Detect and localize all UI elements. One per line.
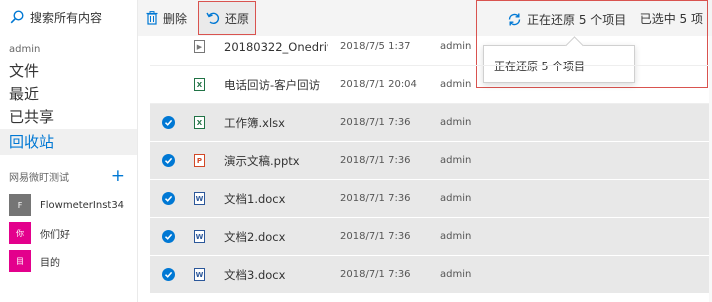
file-row[interactable]: W 文档3.docx 2018/7/1 7:36 admin [150, 256, 710, 294]
search-label: 搜索所有内容 [30, 10, 103, 25]
checkmark-icon[interactable] [162, 230, 175, 243]
search-box[interactable]: 搜索所有内容 [0, 0, 137, 34]
file-row[interactable]: W 文档1.docx 2018/7/1 7:36 admin [150, 180, 710, 218]
word-file-icon: W [194, 192, 205, 205]
checkmark-icon[interactable] [162, 268, 175, 281]
file-name[interactable]: 20180322_Onedrive [224, 40, 328, 54]
file-date: 2018/7/1 7:36 [340, 117, 411, 128]
checkmark-icon[interactable] [162, 154, 175, 167]
file-name[interactable]: 文档2.docx [224, 229, 328, 245]
file-owner: admin [440, 193, 472, 204]
search-icon [10, 10, 24, 24]
file-list: ▶ 20180322_Onedrive 2018/7/5 1:37 admin … [150, 36, 710, 302]
file-row[interactable]: X 电话回访-客户回访 2018/7/1 20:04 admin [150, 66, 710, 104]
file-owner: admin [440, 79, 472, 90]
file-owner: admin [440, 269, 472, 280]
file-row[interactable]: ▶ 20180322_Onedrive 2018/7/5 1:37 admin [150, 28, 710, 66]
nav-item-recycle-bin[interactable]: 回收站 [0, 129, 137, 155]
file-date: 2018/7/1 7:36 [340, 269, 411, 280]
checkmark-icon[interactable] [162, 116, 175, 129]
file-row[interactable]: X 工作簿.xlsx 2018/7/1 7:36 admin [150, 104, 710, 142]
account-name: admin [9, 44, 41, 55]
word-file-icon: W [194, 268, 205, 281]
file-name[interactable]: 电话回访-客户回访 [224, 77, 328, 93]
file-date: 2018/7/1 7:36 [340, 155, 411, 166]
excel-file-icon: X [194, 116, 205, 129]
trash-icon [146, 11, 158, 25]
nav-item-shared[interactable]: 已共享 [0, 106, 137, 129]
library-badge: 你 [9, 222, 31, 244]
add-library-button[interactable]: + [111, 167, 125, 185]
nav-item-recent[interactable]: 最近 [0, 83, 137, 106]
library-item[interactable]: 你 你们好 [0, 219, 137, 247]
checkmark-icon[interactable] [162, 192, 175, 205]
file-owner: admin [440, 41, 472, 52]
file-name[interactable]: 演示文稿.pptx [224, 153, 328, 169]
file-name[interactable]: 文档3.docx [224, 267, 328, 283]
file-date: 2018/7/1 7:36 [340, 231, 411, 242]
group-header: 网易微盯测试 + [0, 161, 137, 191]
file-date: 2018/7/1 7:36 [340, 193, 411, 204]
library-badge: 目 [9, 250, 31, 272]
file-date: 2018/7/5 1:37 [340, 41, 411, 52]
sidebar: 搜索所有内容 admin 文件 最近 已共享 回收站 网易微盯测试 + F Fl… [0, 0, 138, 302]
library-badge: F [9, 194, 31, 216]
excel-file-icon: X [194, 78, 205, 91]
file-row[interactable]: P 演示文稿.pptx 2018/7/1 7:36 admin [150, 142, 710, 180]
undo-icon [206, 12, 220, 25]
file-row[interactable]: W 文档2.docx 2018/7/1 7:36 admin [150, 218, 710, 256]
library-label: 你们好 [40, 229, 70, 241]
word-file-icon: W [194, 230, 205, 243]
video-file-icon: ▶ [194, 40, 205, 53]
sync-icon [508, 13, 521, 25]
library-label: 目的 [40, 257, 60, 269]
file-owner: admin [440, 231, 472, 242]
file-date: 2018/7/1 20:04 [340, 79, 417, 90]
restore-label: 还原 [225, 11, 250, 26]
powerpoint-file-icon: P [194, 154, 205, 167]
restoring-label: 正在还原 5 个项目 [527, 12, 627, 27]
library-item[interactable]: F FlowmeterInst34 [0, 191, 137, 219]
delete-label: 删除 [163, 11, 188, 26]
file-owner: admin [440, 155, 472, 166]
group-title: 网易微盯测试 [9, 172, 69, 184]
library-label: FlowmeterInst34 [40, 199, 125, 211]
nav-item-files[interactable]: 文件 [0, 60, 137, 83]
file-name[interactable]: 文档1.docx [224, 191, 328, 207]
file-name[interactable]: 工作簿.xlsx [224, 115, 328, 131]
file-owner: admin [440, 117, 472, 128]
library-item[interactable]: 目 目的 [0, 247, 137, 275]
